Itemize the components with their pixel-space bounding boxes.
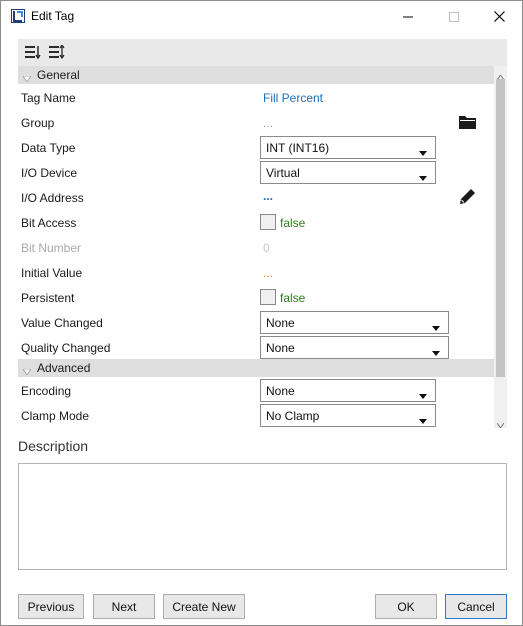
category-advanced[interactable]: Advanced	[18, 359, 494, 377]
sort-categorized-icon[interactable]	[23, 43, 43, 61]
description-textarea[interactable]	[18, 463, 507, 570]
bit-access-value: false	[280, 216, 306, 230]
cancel-button[interactable]: Cancel	[445, 594, 507, 619]
folder-icon[interactable]	[459, 115, 476, 132]
select-value: None	[266, 341, 295, 355]
description-label: Description	[18, 438, 89, 454]
dropdown-arrow-icon	[432, 345, 440, 359]
data-type-select[interactable]: INT (INT16)	[260, 136, 436, 159]
prop-label: Clamp Mode	[21, 409, 90, 423]
initial-value-value[interactable]: ...	[263, 266, 273, 280]
prop-label: I/O Device	[21, 166, 78, 180]
app-logo-icon	[11, 9, 25, 23]
prop-row-group: Group ...	[18, 110, 494, 135]
prop-row-initial-value: Initial Value ...	[18, 260, 494, 285]
dropdown-arrow-icon	[419, 388, 427, 402]
prop-row-encoding: Encoding None	[18, 378, 494, 403]
bit-access-checkbox[interactable]	[260, 214, 276, 230]
property-grid-toolbar	[18, 39, 507, 66]
group-value[interactable]: ...	[263, 116, 273, 130]
select-value: None	[266, 316, 295, 330]
prop-label: Tag Name	[21, 91, 76, 105]
prop-row-bit-number: Bit Number 0	[18, 235, 494, 260]
prop-label: I/O Address	[21, 191, 84, 205]
prop-row-tag-name: Tag Name Fill Percent	[18, 85, 494, 110]
dropdown-arrow-icon	[419, 170, 427, 184]
tag-name-value[interactable]: Fill Percent	[263, 91, 323, 105]
title-bar: Edit Tag	[1, 1, 522, 32]
close-icon[interactable]	[476, 1, 522, 32]
scroll-down-icon[interactable]	[496, 417, 505, 431]
prop-label: Quality Changed	[21, 341, 111, 355]
category-label: Advanced	[37, 361, 91, 375]
io-device-select[interactable]: Virtual	[260, 161, 436, 184]
io-address-value[interactable]: ...	[263, 189, 273, 203]
select-value: Virtual	[266, 166, 300, 180]
prop-row-quality-changed: Quality Changed None	[18, 335, 494, 360]
prop-row-clamp-mode: Clamp Mode No Clamp	[18, 403, 494, 428]
quality-changed-select[interactable]: None	[260, 336, 449, 359]
window-title: Edit Tag	[31, 9, 75, 23]
prop-row-io-address: I/O Address ...	[18, 185, 494, 210]
collapse-triangle-icon[interactable]	[22, 364, 32, 378]
previous-button[interactable]: Previous	[18, 594, 84, 619]
maximize-icon[interactable]	[431, 1, 477, 32]
select-value: No Clamp	[266, 409, 320, 423]
prop-row-io-device: I/O Device Virtual	[18, 160, 494, 185]
dropdown-arrow-icon	[419, 413, 427, 427]
next-button[interactable]: Next	[93, 594, 155, 619]
prop-row-bit-access: Bit Access false	[18, 210, 494, 235]
dropdown-arrow-icon	[432, 320, 440, 334]
persistent-checkbox[interactable]	[260, 289, 276, 305]
select-value: INT (INT16)	[266, 141, 330, 155]
category-general[interactable]: General	[18, 66, 494, 84]
sort-alpha-icon[interactable]	[47, 43, 67, 61]
prop-label: Data Type	[21, 141, 76, 155]
ok-button[interactable]: OK	[375, 594, 437, 619]
scrollbar-thumb[interactable]	[496, 79, 505, 377]
category-label: General	[37, 68, 80, 82]
bit-number-value: 0	[263, 241, 270, 255]
prop-label: Persistent	[21, 291, 75, 305]
minimize-icon[interactable]	[385, 1, 431, 32]
clamp-mode-select[interactable]: No Clamp	[260, 404, 436, 427]
prop-label: Bit Access	[21, 216, 77, 230]
collapse-triangle-icon[interactable]	[22, 71, 32, 85]
encoding-select[interactable]: None	[260, 379, 436, 402]
value-changed-select[interactable]: None	[260, 311, 449, 334]
prop-label: Initial Value	[21, 266, 83, 280]
edit-tag-window: Edit Tag General Tag Name Fill Percent G…	[0, 0, 523, 626]
property-grid-scrollbar[interactable]	[494, 66, 507, 431]
prop-row-data-type: Data Type INT (INT16)	[18, 135, 494, 160]
persistent-value: false	[280, 291, 306, 305]
property-grid: General Tag Name Fill Percent Group ... …	[18, 66, 494, 428]
create-new-button[interactable]: Create New	[163, 594, 245, 619]
prop-label: Value Changed	[21, 316, 103, 330]
prop-row-value-changed: Value Changed None	[18, 310, 494, 335]
prop-label: Group	[21, 116, 55, 130]
pencil-icon[interactable]	[458, 187, 477, 209]
prop-label: Bit Number	[21, 241, 82, 255]
prop-label: Encoding	[21, 384, 72, 398]
prop-row-persistent: Persistent false	[18, 285, 494, 310]
dropdown-arrow-icon	[419, 145, 427, 159]
select-value: None	[266, 384, 295, 398]
